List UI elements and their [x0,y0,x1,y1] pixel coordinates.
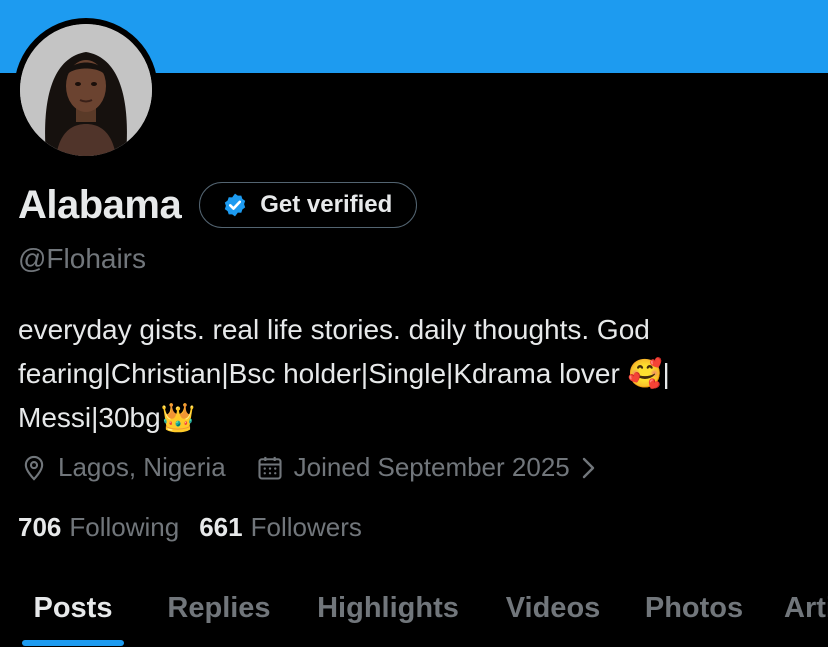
tab-videos[interactable]: Videos [496,570,610,647]
followers-count: 661 [199,512,243,542]
joined-date[interactable]: Joined September 2025 [256,452,606,483]
tab-articles[interactable]: Articles [784,570,828,647]
display-name: Alabama [18,182,182,227]
location: Lagos, Nigeria [20,452,226,483]
following-label: Following [69,512,180,542]
tab-photos[interactable]: Photos [638,570,750,647]
bio: everyday gists. real life stories. daily… [18,308,808,440]
bio-line: Messi|30bg👑 [18,402,196,433]
joined-text: Joined September 2025 [293,452,570,482]
followers-label: Followers [250,512,362,542]
bio-line: everyday gists. real life stories. daily… [18,314,650,345]
profile-tabs: Posts Replies Highlights Videos Photos A… [0,570,828,647]
tab-posts[interactable]: Posts [22,570,124,647]
active-tab-indicator [22,640,124,646]
verified-badge-icon [225,193,246,217]
location-text: Lagos, Nigeria [58,452,226,482]
following-count: 706 [18,512,62,542]
avatar-image [20,24,152,156]
calendar-icon [258,456,282,480]
tab-highlights[interactable]: Highlights [308,570,468,647]
following-link[interactable]: 706 Following [18,512,179,543]
name-row: Alabama Get verified [18,182,418,228]
tab-replies[interactable]: Replies [160,570,278,647]
get-verified-button[interactable]: Get verified [199,182,418,228]
user-handle: @Flohairs [18,243,147,274]
profile-meta: Lagos, Nigeria Joined September 2025 [20,452,606,483]
chevron-right-icon [582,457,594,478]
location-pin-icon [24,455,44,481]
avatar[interactable] [14,18,158,162]
get-verified-label: Get verified [260,191,393,218]
bio-line: fearing|Christian|Bsc holder|Single|Kdra… [18,358,670,389]
follow-stats: 706 Following 661 Followers [18,512,362,543]
followers-link[interactable]: 661 Followers [199,512,362,543]
